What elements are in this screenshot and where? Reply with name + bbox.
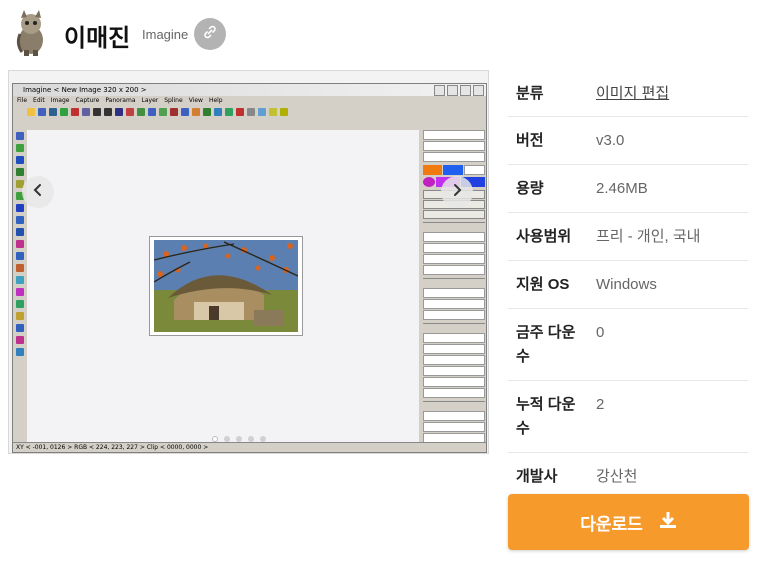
link-icon (202, 24, 218, 45)
app-screenshot: Imagine < New Image 320 x 200 > File Edi… (12, 83, 487, 453)
gallery-dot[interactable] (248, 436, 254, 442)
info-key: 금주 다운수 (516, 324, 576, 365)
cat-icon (12, 10, 50, 56)
download-label: 다운로드 (580, 514, 643, 534)
chevron-right-icon (450, 183, 464, 202)
menu-item: Image (50, 97, 70, 104)
info-row-license: 사용범위 프리 - 개인, 국내 (508, 213, 748, 261)
info-value: 2.46MB (596, 180, 648, 197)
info-key: 분류 (516, 85, 544, 102)
info-value: 0 (596, 324, 605, 341)
info-value: Windows (596, 276, 657, 293)
screenshot-gallery[interactable]: Imagine < New Image 320 x 200 > File Edi… (8, 70, 489, 454)
info-row-weekly-downloads: 금주 다운수 0 (508, 309, 748, 381)
gallery-dot[interactable] (212, 436, 218, 442)
cottage-photo (154, 240, 298, 332)
info-row-version: 버전 v3.0 (508, 117, 748, 165)
menu-item: Help (208, 97, 223, 104)
gallery-dot[interactable] (236, 436, 242, 442)
app-subtitle: Imagine (142, 27, 189, 42)
photo-frame (149, 236, 303, 336)
download-icon (659, 511, 677, 534)
screenshot-titlebar: Imagine < New Image 320 x 200 > (13, 84, 486, 96)
info-row-category: 분류 이미지 편집 (508, 70, 748, 117)
info-key: 개발사 (516, 468, 558, 485)
window-buttons (434, 85, 484, 96)
screenshot-statusbar: XY < -001, 0126 > RGB < 224, 223, 227 > … (13, 442, 486, 452)
info-value: v3.0 (596, 132, 625, 149)
info-key: 용량 (516, 180, 544, 197)
menu-item: Capture (75, 97, 100, 104)
menu-item: Panorama (105, 97, 136, 104)
screenshot-window-title: Imagine < New Image 320 x 200 > (23, 86, 147, 94)
category-link[interactable]: 이미지 편집 (596, 70, 748, 116)
info-value: 2 (596, 396, 605, 413)
menu-item: Layer (141, 97, 159, 104)
screenshot-canvas (27, 130, 419, 444)
info-key: 누적 다운수 (516, 396, 576, 437)
info-value: 프리 - 개인, 국내 (596, 228, 701, 245)
info-key: 사용범위 (516, 228, 572, 245)
menu-item: Spline (164, 97, 183, 104)
info-row-os: 지원 OS Windows (508, 261, 748, 309)
gallery-next-button[interactable] (441, 176, 473, 208)
info-key: 버전 (516, 132, 544, 149)
screenshot-tool-palette (16, 132, 26, 356)
menu-item: Edit (33, 97, 45, 104)
menu-item: File (17, 97, 28, 104)
info-row-size: 용량 2.46MB (508, 165, 748, 213)
screenshot-toolbar (13, 106, 486, 118)
screenshot-menubar: File Edit Image Capture Panorama Layer S… (13, 96, 486, 106)
app-title: 이매진 (64, 25, 131, 52)
gallery-dot[interactable] (260, 436, 266, 442)
menu-item: View (188, 97, 203, 104)
info-row-developer: 개발사 강산천 (508, 453, 748, 497)
chevron-left-icon (31, 183, 45, 202)
download-button[interactable]: 다운로드 (508, 494, 749, 550)
info-table: 분류 이미지 편집 버전 v3.0 용량 2.46MB 사용범위 프리 - 개인… (508, 70, 748, 497)
info-value: 강산천 (596, 468, 638, 485)
info-row-total-downloads: 누적 다운수 2 (508, 381, 748, 453)
gallery-pagination (212, 436, 266, 442)
info-key: 지원 OS (516, 276, 570, 293)
gallery-dot[interactable] (224, 436, 230, 442)
link-button[interactable] (194, 18, 226, 50)
gallery-prev-button[interactable] (22, 176, 54, 208)
